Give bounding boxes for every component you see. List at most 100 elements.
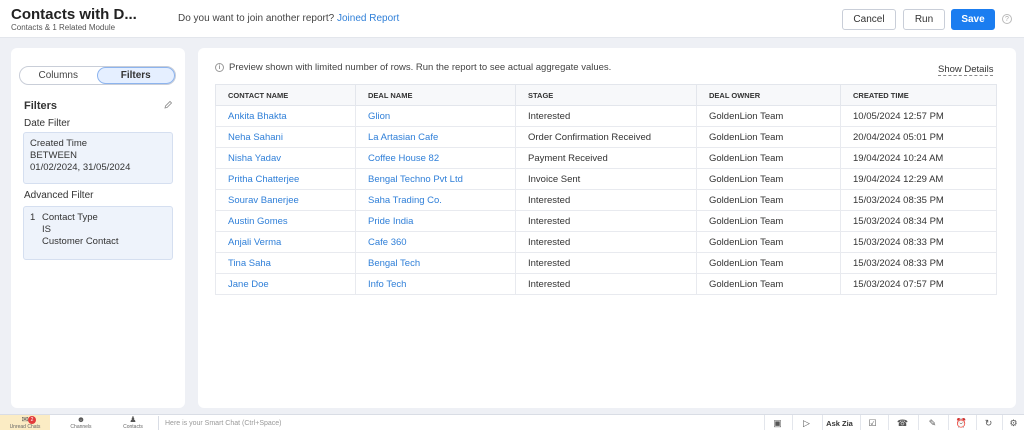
join-report-prompt: Do you want to join another report? Join… <box>178 13 399 24</box>
cell-stage: Payment Received <box>515 147 697 169</box>
cell-created-time: 20/04/2024 05:01 PM <box>840 126 997 148</box>
table-row: Sourav Banerjee Saha Trading Co. Intereste… <box>215 189 997 211</box>
cell-deal-name[interactable]: Bengal Tech <box>355 252 516 274</box>
date-filter-card[interactable]: Created Time BETWEEN 01/02/2024, 31/05/2… <box>23 132 173 184</box>
cell-contact-name[interactable]: Tina Saha <box>215 252 356 274</box>
cell-deal-name[interactable]: Bengal Techno Pvt Ltd <box>355 168 516 190</box>
advanced-filter-index: 1 <box>30 212 36 223</box>
unread-count-badge: 2 <box>28 416 36 424</box>
cell-deal-name[interactable]: Pride India <box>355 210 516 232</box>
cancel-button[interactable]: Cancel <box>842 9 896 30</box>
cell-stage: Interested <box>515 189 697 211</box>
channels-tab[interactable]: ☻ Channels <box>56 415 106 430</box>
table-row: Austin Gomes Pride India Interested GoldenL… <box>215 210 997 232</box>
unread-chats-tab[interactable]: ✉ Unread Chats 2 <box>0 415 50 430</box>
channels-label: Channels <box>70 424 92 430</box>
chat-bubble-icon[interactable]: ▣ <box>764 415 790 430</box>
settings-icon[interactable]: ⚙ <box>1002 415 1024 430</box>
columns-filters-toggle: Columns Filters <box>19 66 176 85</box>
cell-deal-name[interactable]: Info Tech <box>355 273 516 295</box>
cell-deal-owner: GoldenLion Team <box>696 273 841 295</box>
column-header-deal-owner[interactable]: DEAL OWNER <box>696 84 841 106</box>
channels-icon: ☻ <box>76 415 86 424</box>
tab-filters[interactable]: Filters <box>96 67 175 84</box>
cell-deal-owner: GoldenLion Team <box>696 210 841 232</box>
alarm-clock-icon[interactable]: ⏰ <box>948 415 974 430</box>
column-header-deal-name[interactable]: DEAL NAME <box>355 84 516 106</box>
cell-created-time: 15/03/2024 08:33 PM <box>840 231 997 253</box>
cell-stage: Interested <box>515 252 697 274</box>
contacts-label: Contacts <box>123 424 143 430</box>
table-header-row: CONTACT NAME DEAL NAME STAGE DEAL OWNER … <box>215 84 997 106</box>
date-filter-value: 01/02/2024, 31/05/2024 <box>30 162 131 173</box>
cell-stage: Interested <box>515 105 697 127</box>
ask-zia-button[interactable]: Ask Zia <box>822 415 856 430</box>
table-row: Jane Doe Info Tech Interested GoldenLion Te… <box>215 273 997 295</box>
tab-columns[interactable]: Columns <box>20 67 97 84</box>
cell-contact-name[interactable]: Jane Doe <box>215 273 356 295</box>
cell-deal-owner: GoldenLion Team <box>696 168 841 190</box>
cell-stage: Interested <box>515 231 697 253</box>
bottom-chat-bar: ✉ Unread Chats 2 ☻ Channels ♟ Contacts H… <box>0 414 1024 430</box>
advanced-filter-heading: Advanced Filter <box>24 190 94 201</box>
join-prompt-text: Do you want to join another report? <box>178 13 335 24</box>
advanced-filter-value: Customer Contact <box>42 236 119 247</box>
cell-contact-name[interactable]: Austin Gomes <box>215 210 356 232</box>
cell-created-time: 15/03/2024 07:57 PM <box>840 273 997 295</box>
advanced-filter-operator: IS <box>42 224 51 235</box>
cell-deal-name[interactable]: Saha Trading Co. <box>355 189 516 211</box>
unread-chats-label: Unread Chats <box>9 424 41 430</box>
report-preview-panel: i Preview shown with limited number of r… <box>198 48 1016 408</box>
column-header-contact-name[interactable]: CONTACT NAME <box>215 84 356 106</box>
advanced-filter-card[interactable]: 1 Contact Type IS Customer Contact <box>23 206 173 260</box>
filter-sidebar: Columns Filters Filters Date Filter Crea… <box>11 48 185 408</box>
date-filter-operator: BETWEEN <box>30 150 77 161</box>
column-header-stage[interactable]: STAGE <box>515 84 697 106</box>
show-details-link[interactable]: Show Details <box>938 64 994 76</box>
joined-report-link[interactable]: Joined Report <box>337 13 399 24</box>
cell-created-time: 19/04/2024 12:29 AM <box>840 168 997 190</box>
cell-contact-name[interactable]: Ankita Bhakta <box>215 105 356 127</box>
report-table: CONTACT NAME DEAL NAME STAGE DEAL OWNER … <box>215 84 997 295</box>
cell-deal-owner: GoldenLion Team <box>696 252 841 274</box>
cell-deal-name[interactable]: Cafe 360 <box>355 231 516 253</box>
help-icon[interactable]: ? <box>1002 14 1012 24</box>
cell-deal-name[interactable]: Coffee House 82 <box>355 147 516 169</box>
cell-deal-name[interactable]: La Artasian Cafe <box>355 126 516 148</box>
cell-deal-owner: GoldenLion Team <box>696 105 841 127</box>
cell-contact-name[interactable]: Pritha Chatterjee <box>215 168 356 190</box>
history-icon[interactable]: ↻ <box>976 415 1000 430</box>
translate-icon[interactable]: ✎ <box>918 415 946 430</box>
cell-deal-name[interactable]: Glion <box>355 105 516 127</box>
cell-contact-name[interactable]: Sourav Banerjee <box>215 189 356 211</box>
cell-created-time: 15/03/2024 08:34 PM <box>840 210 997 232</box>
run-button[interactable]: Run <box>903 9 945 30</box>
table-row: Anjali Verma Cafe 360 Interested GoldenLion… <box>215 231 997 253</box>
cell-deal-owner: GoldenLion Team <box>696 126 841 148</box>
top-header: Contacts with D... Contacts & 1 Related … <box>0 0 1024 38</box>
date-filter-field: Created Time <box>30 138 88 149</box>
save-button[interactable]: Save <box>951 9 995 30</box>
contacts-tab[interactable]: ♟ Contacts <box>108 415 158 430</box>
cell-stage: Invoice Sent <box>515 168 697 190</box>
date-filter-heading: Date Filter <box>24 118 71 129</box>
info-icon: i <box>215 63 224 72</box>
cell-stage: Interested <box>515 210 697 232</box>
table-row: Pritha Chatterjee Bengal Techno Pvt Ltd In… <box>215 168 997 190</box>
cell-deal-owner: GoldenLion Team <box>696 147 841 169</box>
cell-deal-owner: GoldenLion Team <box>696 231 841 253</box>
edit-pencil-icon[interactable] <box>163 100 173 110</box>
cell-contact-name[interactable]: Neha Sahani <box>215 126 356 148</box>
smart-chat-input[interactable]: Here is your Smart Chat (Ctrl+Space) <box>158 416 758 430</box>
cell-stage: Order Confirmation Received <box>515 126 697 148</box>
table-row: Ankita Bhakta Glion Interested GoldenLion T… <box>215 105 997 127</box>
table-row: Tina Saha Bengal Tech Interested GoldenLion… <box>215 252 997 274</box>
activity-icon[interactable]: ☑ <box>860 415 884 430</box>
announcement-icon[interactable]: ▷ <box>792 415 820 430</box>
cell-contact-name[interactable]: Anjali Verma <box>215 231 356 253</box>
column-header-created-time[interactable]: CREATED TIME <box>840 84 997 106</box>
cell-created-time: 15/03/2024 08:33 PM <box>840 252 997 274</box>
cell-deal-owner: GoldenLion Team <box>696 189 841 211</box>
phone-icon[interactable]: ☎ <box>888 415 916 430</box>
cell-contact-name[interactable]: Nisha Yadav <box>215 147 356 169</box>
